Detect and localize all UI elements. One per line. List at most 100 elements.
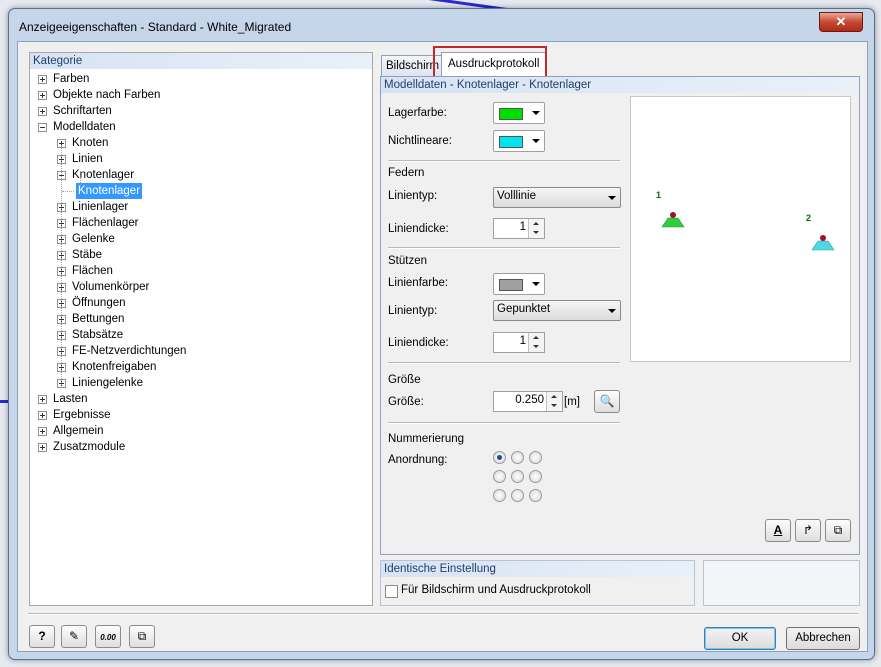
spinner-buttons[interactable] (528, 333, 544, 352)
tree-item-label: Linien (72, 153, 103, 165)
divider (388, 160, 620, 162)
node-2-label: 2 (806, 213, 812, 223)
stuetzen-liniendicke-spinner[interactable]: 1 (493, 332, 545, 353)
spinner-value: 1 (519, 335, 526, 347)
anordnung-radio-8[interactable] (511, 489, 524, 502)
arrow-icon: ↱ (802, 523, 814, 537)
dialog-client: Kategorie Farben Objekte nach Farben Schri… (17, 41, 868, 652)
groesse-spinner[interactable]: 0.250 (493, 391, 563, 412)
chevron-down-icon (532, 282, 540, 286)
divider (388, 247, 620, 249)
units-icon: 0.00 (100, 633, 116, 642)
tree-item-label: Flächen (72, 265, 113, 277)
anordnung-radio-grid (493, 451, 553, 511)
collapse-icon[interactable] (38, 123, 47, 132)
color-swatch (499, 279, 523, 291)
anordnung-radio-3[interactable] (529, 451, 542, 464)
chevron-down-icon (608, 309, 616, 313)
anordnung-radio-9[interactable] (529, 489, 542, 502)
expand-icon[interactable] (38, 107, 47, 116)
tree-item-label: Knoten (72, 137, 109, 149)
divider (388, 362, 620, 364)
tree-item-label: Stäbe (72, 249, 103, 261)
divider (388, 422, 620, 424)
edit-button[interactable]: ✎ (61, 625, 87, 648)
close-button[interactable]: ✕ (819, 12, 863, 32)
category-tree: Farben Objekte nach Farben Schriftarten Mod… (30, 71, 370, 601)
tree-item-label: Ergebnisse (53, 409, 111, 421)
anordnung-radio-6[interactable] (529, 470, 542, 483)
tree-item-label: Flächenlager (72, 217, 139, 229)
tree-item-label: Schriftarten (53, 105, 112, 117)
ok-button[interactable]: OK (704, 627, 776, 650)
tree-item-label: Öffnungen (72, 297, 126, 309)
spinner-buttons[interactable] (528, 219, 544, 238)
font-settings-button[interactable]: A (765, 519, 791, 542)
tree-item-label: Knotenlager (72, 169, 135, 181)
cancel-button[interactable]: Abbrechen (786, 627, 860, 650)
settings-panel: Modelldaten - Knotenlager - Knotenlager … (380, 76, 860, 555)
anordnung-radio-7[interactable] (493, 489, 506, 502)
nummerierung-title: Nummerierung (388, 433, 465, 445)
kategorie-panel: Kategorie Farben Objekte nach Farben Schri… (29, 52, 373, 606)
nichtlineare-color-picker[interactable] (493, 130, 545, 152)
tree-item-label: Liniengelenke (72, 377, 143, 389)
tree-item-label: Farben (53, 73, 90, 85)
nichtlineare-label: Nichtlineare: (388, 135, 452, 147)
expand-icon[interactable] (38, 91, 47, 100)
expand-icon[interactable] (38, 395, 47, 404)
footer-divider (28, 613, 858, 615)
units-button[interactable]: 0.00 (95, 625, 121, 648)
stuetzen-linientyp-select[interactable]: Gepunktet (493, 300, 621, 321)
groesse-title: Größe (388, 374, 421, 386)
lagerfarbe-label: Lagerfarbe: (388, 107, 447, 119)
expand-icon[interactable] (38, 443, 47, 452)
expand-icon[interactable] (38, 75, 47, 84)
stuetzen-title: Stützen (388, 255, 427, 267)
federn-liniendicke-spinner[interactable]: 1 (493, 218, 545, 239)
help-button[interactable]: ? (29, 625, 55, 648)
anordnung-radio-5[interactable] (511, 470, 524, 483)
arrow-settings-button[interactable]: ↱ (795, 519, 821, 542)
copy-settings-button[interactable]: ⧉ (825, 519, 851, 542)
federn-linientyp-select[interactable]: Volllinie (493, 187, 621, 208)
tree-item-label: Modelldaten (53, 121, 116, 133)
chevron-down-icon (532, 139, 540, 143)
tree-item-label: Zusatzmodule (53, 441, 126, 453)
section-header: Modelldaten - Knotenlager - Knotenlager (381, 77, 859, 93)
zoom-preview-button[interactable]: 🔍 (594, 390, 620, 413)
dialog-window: Anzeigeeigenschaften - Standard - White_… (8, 8, 875, 660)
tree-guide (61, 145, 62, 385)
identische-checkbox-label[interactable]: Für Bildschirm und Ausdruckprotokoll (401, 584, 591, 596)
chevron-down-icon (608, 196, 616, 200)
lagerfarbe-color-picker[interactable] (493, 102, 545, 124)
tree-item-label: Gelenke (72, 233, 115, 245)
color-swatch (499, 136, 523, 148)
spinner-buttons[interactable] (546, 392, 562, 411)
anordnung-radio-1[interactable] (493, 451, 506, 464)
copy-button[interactable]: ⧉ (129, 625, 155, 648)
support-symbol-1 (661, 212, 685, 228)
copy-icon: ⧉ (137, 629, 147, 643)
edit-icon: ✎ (68, 629, 80, 643)
stuetzen-linienfarbe-picker[interactable] (493, 273, 545, 295)
groesse-unit: [m] (564, 396, 580, 408)
anordnung-radio-2[interactable] (511, 451, 524, 464)
anordnung-radio-4[interactable] (493, 470, 506, 483)
tree-item-label: Objekte nach Farben (53, 89, 161, 101)
help-icon: ? (38, 629, 46, 643)
stuetzen-linienfarbe-label: Linienfarbe: (388, 277, 449, 289)
groesse-label: Größe: (388, 396, 424, 408)
identische-panel: Identische Einstellung Für Bildschirm un… (380, 560, 695, 606)
spinner-value: 0.250 (515, 394, 544, 406)
expand-icon[interactable] (38, 411, 47, 420)
tree-item-label: Volumenkörper (72, 281, 150, 293)
tree-item-label: Knotenfreigaben (72, 361, 157, 373)
stuetzen-linientyp-label: Linientyp: (388, 305, 438, 317)
identische-checkbox[interactable] (385, 585, 398, 598)
expand-icon[interactable] (38, 427, 47, 436)
preview-area: 1 2 (630, 96, 851, 362)
tree-item-label: Lasten (53, 393, 88, 405)
tree-item-label: Linienlager (72, 201, 129, 213)
tree-item-label: Knotenlager (76, 183, 143, 199)
